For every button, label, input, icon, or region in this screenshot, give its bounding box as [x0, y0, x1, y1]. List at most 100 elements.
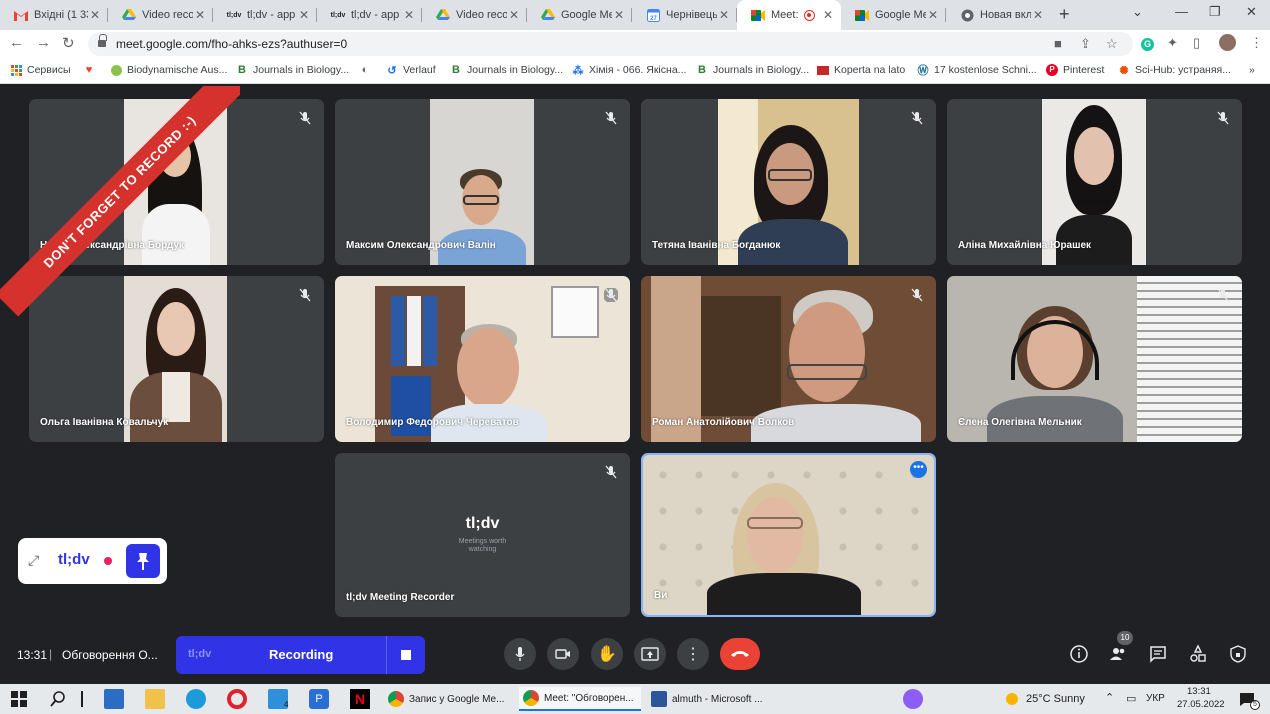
tab-search-icon[interactable]: ⌄: [1132, 4, 1143, 20]
bookmark-item[interactable]: Koperta na lato: [817, 64, 905, 76]
bookmark-item[interactable]: ◐: [359, 64, 376, 76]
tab-calendar[interactable]: 27 Чернівецьк ✕: [632, 0, 737, 30]
windows-start-icon[interactable]: [9, 689, 29, 709]
share-icon[interactable]: ⇪: [1080, 36, 1091, 52]
bookmark-item[interactable]: B Journals in Biology...: [236, 64, 349, 76]
tab-meet-active[interactable]: Meet: ✕: [737, 0, 841, 30]
taskbar-app-chrome[interactable]: Запис у Google Me...: [388, 687, 510, 711]
search-icon[interactable]: [48, 689, 68, 709]
camera-in-use-icon[interactable]: ■: [1054, 36, 1062, 51]
new-tab-button[interactable]: +: [1059, 4, 1070, 25]
bookmark-item[interactable]: P Pinterest: [1046, 64, 1104, 76]
reload-icon[interactable]: ↻: [62, 34, 75, 52]
url-text[interactable]: meet.google.com/fho-ahks-ezs?authuser=0: [116, 37, 347, 51]
host-controls-icon[interactable]: [1228, 644, 1248, 664]
close-icon[interactable]: ✕: [821, 8, 835, 22]
close-icon[interactable]: ✕: [612, 8, 626, 22]
opera-icon[interactable]: [227, 689, 247, 709]
bookmark-item[interactable]: Ⓦ 17 kostenlose Schni...: [917, 64, 1037, 77]
side-panel-icon[interactable]: ▯: [1193, 35, 1200, 51]
more-options-icon[interactable]: •••: [910, 461, 927, 478]
present-button[interactable]: [634, 638, 666, 670]
close-icon[interactable]: ✕: [507, 8, 521, 22]
bookmark-item[interactable]: B Journals in Biology...: [450, 64, 563, 76]
chat-icon[interactable]: [1148, 644, 1168, 664]
bookmark-item[interactable]: Biodynamische Aus...: [110, 64, 227, 76]
cortana-icon[interactable]: [903, 689, 923, 709]
bookmark-item[interactable]: ⁂ Хімія - 066. Якісна...: [572, 64, 687, 77]
close-icon[interactable]: ✕: [402, 8, 416, 22]
extensions-icon[interactable]: ✦: [1167, 35, 1178, 51]
participant-tile[interactable]: Максим Олександрович Валін: [335, 99, 630, 265]
info-icon[interactable]: [1069, 644, 1089, 664]
expand-icon[interactable]: ⤢: [28, 552, 39, 569]
weather-text[interactable]: 25°C Sunny: [1026, 693, 1085, 705]
participant-tile[interactable]: Єлена Олегівна Мельник: [947, 276, 1242, 442]
forward-icon[interactable]: →: [36, 34, 51, 51]
participant-tile[interactable]: Роман Анатолійович Волков: [641, 276, 936, 442]
address-bar[interactable]: meet.google.com/fho-ahks-ezs?authuser=0 …: [88, 32, 1133, 56]
close-icon[interactable]: ✕: [193, 8, 207, 22]
pin-button[interactable]: [126, 544, 160, 578]
participant-name: Ольга Іванівна Ковальчук: [40, 417, 169, 428]
present-screen-icon: [641, 647, 659, 661]
bookmark-item[interactable]: ♥: [83, 64, 100, 76]
clock-date[interactable]: 27.05.2022: [1177, 699, 1225, 710]
chevron-up-icon[interactable]: ⌃: [1105, 691, 1114, 704]
close-window-icon[interactable]: ✕: [1246, 4, 1257, 20]
close-icon[interactable]: ✕: [926, 8, 940, 22]
bookmark-item[interactable]: ↺ Verlauf: [386, 64, 435, 77]
tab-video-recording[interactable]: Video recor ✕: [422, 0, 527, 30]
people-icon[interactable]: [1108, 644, 1128, 664]
recording-bar[interactable]: tl;dv Recording: [176, 636, 425, 674]
minimize-icon[interactable]: —: [1175, 4, 1188, 19]
bookmark-star-icon[interactable]: ☆: [1106, 36, 1118, 52]
language-indicator[interactable]: УКР: [1146, 693, 1165, 704]
activities-icon[interactable]: [1188, 644, 1208, 664]
meeting-title[interactable]: Обговорення О...: [62, 648, 158, 662]
stop-recording-button[interactable]: [401, 650, 411, 660]
taskbar-app-word[interactable]: almuth - Microsoft ...: [651, 687, 773, 711]
network-icon[interactable]: ▭: [1126, 692, 1136, 705]
grammarly-icon[interactable]: G: [1141, 35, 1154, 51]
recorder-tile[interactable]: tl;dv Meetings worth watching tl;dv Meet…: [335, 453, 630, 617]
edge-icon[interactable]: [186, 689, 206, 709]
file-explorer-icon[interactable]: [145, 689, 165, 709]
tab-google-meet[interactable]: Google Me ✕: [841, 0, 946, 30]
tab-google-meet[interactable]: Google Me ✕: [527, 0, 632, 30]
bookmark-item[interactable]: B Journals in Biology...: [696, 64, 809, 76]
microphone-button[interactable]: [504, 638, 536, 670]
task-view-icon[interactable]: [81, 691, 83, 707]
raise-hand-button[interactable]: ✋: [591, 638, 623, 670]
tab-gmail[interactable]: Вхідні (1 33 ✕: [0, 0, 108, 30]
tldv-widget[interactable]: ⤢ tl;dv: [18, 538, 167, 584]
menu-icon[interactable]: ⋮: [1250, 35, 1263, 51]
restore-icon[interactable]: ❐: [1209, 4, 1221, 20]
taskbar-app-chrome-active[interactable]: Meet: "Обговорен...: [519, 687, 641, 711]
pin-icon: [137, 553, 149, 570]
participant-tile[interactable]: Аліна Михайлівна Юрашек: [947, 99, 1242, 265]
bookmarks-overflow-button[interactable]: »: [1249, 64, 1255, 76]
close-icon[interactable]: ✕: [88, 8, 102, 22]
netflix-icon[interactable]: N: [350, 689, 370, 709]
tab-tldv-app[interactable]: tl;dv tl;dv - app ✕: [317, 0, 422, 30]
tab-video-recording[interactable]: Video recor ✕: [108, 0, 213, 30]
leave-call-button[interactable]: [720, 638, 760, 670]
back-icon[interactable]: ←: [9, 34, 24, 51]
avatar[interactable]: [1219, 34, 1236, 54]
tab-new-tab[interactable]: Новая вкл ✕: [946, 0, 1051, 30]
participant-tile[interactable]: Тетяна Іванівна Богданюк: [641, 99, 936, 265]
close-icon[interactable]: ✕: [717, 8, 731, 22]
clock-time[interactable]: 13:31: [1187, 686, 1211, 697]
participant-tile[interactable]: Володимир Федорович Череватов: [335, 276, 630, 442]
store-icon[interactable]: [104, 689, 124, 709]
more-options-button[interactable]: ⋮: [677, 638, 709, 670]
close-icon[interactable]: ✕: [1031, 8, 1045, 22]
bookmark-item[interactable]: Сервисы: [10, 64, 71, 76]
self-tile[interactable]: Ви •••: [641, 453, 936, 617]
camera-button[interactable]: [547, 638, 579, 670]
tab-tldv-app[interactable]: tl;dv tl;dv - app ✕: [213, 0, 317, 30]
close-icon[interactable]: ✕: [297, 8, 311, 22]
planner-icon[interactable]: P: [309, 689, 329, 709]
bookmark-item[interactable]: ✺ Sci-Hub: устраняя...: [1118, 64, 1231, 77]
